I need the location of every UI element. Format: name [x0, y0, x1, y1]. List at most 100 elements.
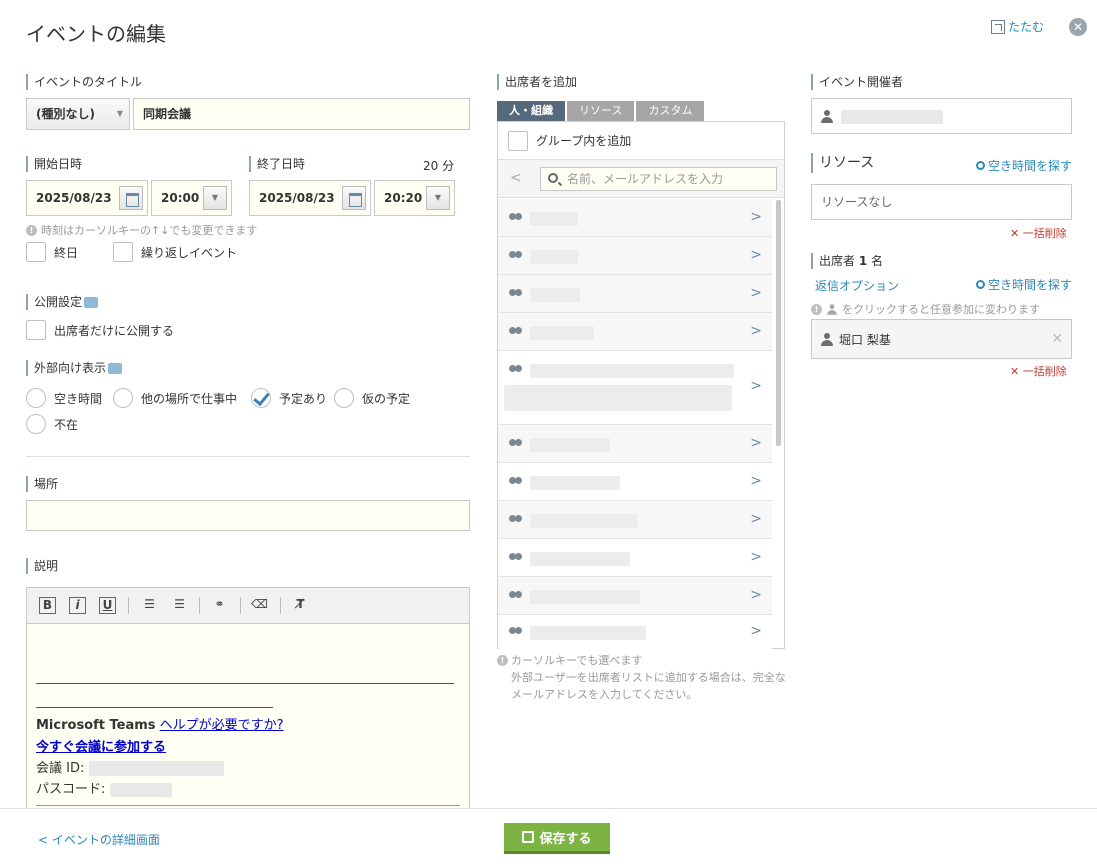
list-item[interactable]: > [498, 237, 772, 275]
radio-away[interactable]: 不在 [26, 414, 78, 434]
radio-circle[interactable] [334, 388, 354, 408]
close-icon[interactable]: ✕ [1069, 18, 1087, 36]
radio-circle-checked[interactable] [251, 388, 271, 408]
ordered-list-icon[interactable]: ☰ [141, 597, 158, 614]
chevron-right-icon[interactable]: > [750, 285, 762, 301]
save-button[interactable]: 保存する [504, 823, 610, 854]
end-time-input[interactable]: 20:20 ▼ [374, 180, 455, 216]
radio-tentative[interactable]: 仮の予定 [334, 388, 410, 408]
chevron-right-icon[interactable]: > [750, 378, 762, 394]
time-hint-text: 時刻はカーソルキーの↑↓でも変更できます [41, 224, 258, 237]
list-scrollbar[interactable] [776, 200, 781, 446]
radio-circle[interactable] [26, 388, 46, 408]
tab-people[interactable]: 人・組織 [497, 101, 565, 121]
list-item[interactable]: > [498, 275, 772, 313]
end-date-input[interactable]: 2025/08/23 [249, 180, 371, 216]
radio-busy[interactable]: 予定あり [251, 388, 327, 408]
bullet-list-icon[interactable]: ☰ [171, 597, 188, 614]
chevron-right-icon[interactable]: > [750, 511, 762, 527]
category-select[interactable]: (種別なし) ▼ [26, 98, 130, 130]
tab-custom[interactable]: カスタム [636, 101, 705, 121]
start-time-input[interactable]: 20:00 ▼ [151, 180, 232, 216]
footer: < イベントの詳細画面 保存する [0, 808, 1097, 866]
resources-find-time-link[interactable]: 空き時間を探す [976, 157, 1072, 174]
attendees-clear-all-link[interactable]: ✕ 一括削除 [1010, 363, 1067, 379]
list-item[interactable]: > [498, 463, 772, 501]
start-date-input[interactable]: 2025/08/23 [26, 180, 148, 216]
save-button-label: 保存する [539, 831, 592, 847]
underline-button[interactable]: U [99, 597, 116, 614]
radio-working-elsewhere[interactable]: 他の場所で仕事中 [113, 388, 237, 408]
list-item[interactable]: > [498, 313, 772, 351]
event-title-input[interactable]: 同期会議 [133, 98, 470, 130]
external-display-label-text: 外部向け表示 [34, 361, 107, 375]
help-icon[interactable] [108, 363, 123, 374]
bold-button[interactable]: B [39, 597, 56, 614]
chevron-down-icon[interactable]: ▼ [203, 186, 227, 210]
list-item[interactable]: > [498, 577, 772, 615]
italic-button[interactable]: i [69, 597, 86, 614]
checkbox-box[interactable] [26, 320, 46, 340]
note-line-1: ! カーソルキーでも選べます [497, 652, 787, 669]
checkbox-box[interactable] [26, 242, 46, 262]
group-icon [509, 591, 525, 602]
clear-format-icon[interactable]: T̸ [292, 597, 309, 614]
repeat-checkbox[interactable]: 繰り返しイベント [113, 242, 237, 262]
collapse-icon [991, 19, 1005, 34]
reply-options-link[interactable]: 返信オプション [815, 277, 899, 294]
chevron-left-icon[interactable]: < [510, 170, 522, 186]
list-item[interactable]: > [498, 351, 772, 425]
attendee-entry[interactable]: 堀口 梨基 ✕ [811, 319, 1072, 359]
help-icon[interactable] [84, 297, 99, 308]
radio-circle[interactable] [26, 414, 46, 434]
all-day-checkbox[interactable]: 終日 [26, 242, 78, 262]
radio-circle[interactable] [113, 388, 133, 408]
help-link[interactable]: ヘルプが必要ですか? [160, 718, 284, 733]
info-icon: ! [26, 224, 37, 236]
list-item[interactable]: > [498, 199, 772, 237]
list-item[interactable]: > [498, 615, 772, 651]
attendees-only-checkbox[interactable]: 出席者だけに公開する [26, 320, 174, 340]
attendee-note: ! カーソルキーでも選べます 外部ユーザーを出席者リストに追加する場合は、完全な… [497, 652, 787, 703]
location-input[interactable] [26, 500, 470, 531]
calendar-icon[interactable] [342, 186, 366, 210]
list-item[interactable]: > [498, 501, 772, 539]
list-item[interactable]: > [498, 425, 772, 463]
group-add-checkbox[interactable] [508, 130, 528, 151]
radio-free[interactable]: 空き時間 [26, 388, 102, 408]
eraser-icon[interactable]: ⌫ [251, 597, 268, 614]
chevron-right-icon[interactable]: > [750, 549, 762, 565]
chevron-right-icon[interactable]: > [750, 323, 762, 339]
group-add-row[interactable]: グループ内を追加 [498, 122, 784, 160]
resources-field[interactable]: リソースなし [811, 184, 1072, 220]
chevron-right-icon[interactable]: > [750, 473, 762, 489]
chevron-right-icon[interactable]: > [750, 209, 762, 225]
editor-content[interactable]: Microsoft Teams ヘルプが必要ですか? 今すぐ会議に参加する 会議… [27, 624, 469, 808]
back-to-details-link[interactable]: < イベントの詳細画面 [38, 831, 160, 848]
chevron-right-icon[interactable]: > [750, 247, 762, 263]
organizer-field [811, 98, 1072, 134]
separator-line [36, 805, 460, 806]
description-editor[interactable]: B i U ☰ ☰ ⚭ ⌫ T̸ Microsoft Teams ヘルプが必要で… [26, 587, 470, 809]
person-icon[interactable] [821, 332, 833, 346]
link-icon[interactable]: ⚭ [211, 597, 228, 614]
join-meeting-link[interactable]: 今すぐ会議に参加する [36, 740, 166, 755]
separator-line [36, 707, 273, 708]
list-item[interactable]: > [498, 539, 772, 577]
duration-text: 20 分 [423, 159, 455, 173]
checkbox-box[interactable] [113, 242, 133, 262]
chevron-down-icon[interactable]: ▼ [426, 186, 450, 210]
attendees-find-time-link[interactable]: 空き時間を探す [976, 276, 1072, 293]
resources-clear-all-link[interactable]: ✕ 一括削除 [1010, 225, 1067, 241]
close-icon[interactable]: ✕ [1051, 331, 1063, 347]
chevron-right-icon[interactable]: > [750, 587, 762, 603]
info-icon: ! [811, 303, 822, 315]
tab-resources[interactable]: リソース [567, 101, 635, 121]
chevron-right-icon[interactable]: > [750, 623, 762, 639]
chevron-right-icon[interactable]: > [750, 435, 762, 451]
search-input[interactable]: 名前、メールアドレスを入力 [540, 167, 777, 191]
location-label: 場所 [26, 476, 58, 492]
calendar-icon[interactable] [119, 186, 143, 210]
redacted-name [530, 552, 630, 566]
collapse-button[interactable]: たたむ [991, 18, 1044, 35]
